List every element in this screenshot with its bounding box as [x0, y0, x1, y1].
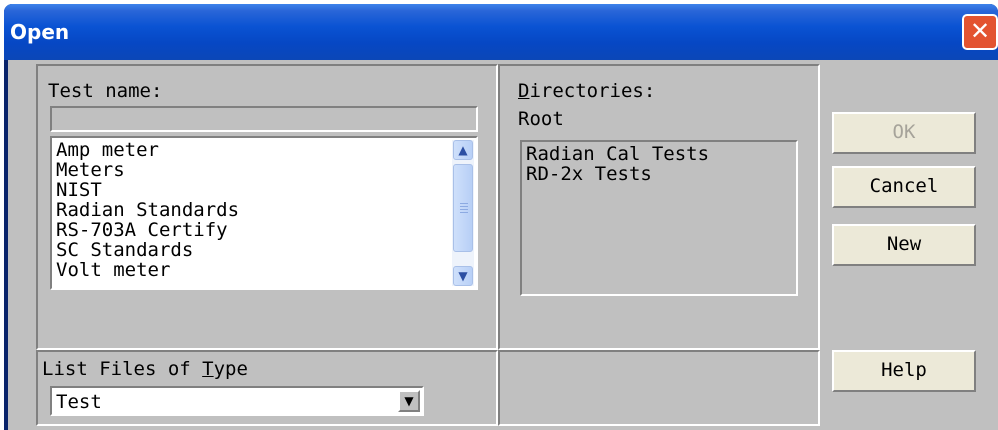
file-type-value: Test: [56, 391, 102, 413]
list-item[interactable]: Amp meter: [56, 140, 239, 160]
ok-button[interactable]: OK: [832, 112, 976, 154]
directory-list-items: Radian Cal Tests RD-2x Tests: [526, 144, 709, 184]
chevron-up-icon: ▲: [458, 143, 468, 157]
test-name-input[interactable]: [50, 106, 478, 132]
empty-panel: [498, 350, 820, 426]
list-item[interactable]: Radian Standards: [56, 200, 239, 220]
list-item[interactable]: NIST: [56, 180, 239, 200]
test-list-scrollbar[interactable]: ▲ ▼: [452, 140, 474, 286]
close-icon: ✕: [969, 17, 991, 45]
new-button[interactable]: New: [832, 224, 976, 266]
directory-list[interactable]: Radian Cal Tests RD-2x Tests: [520, 140, 798, 296]
directories-label: Directories:: [518, 80, 656, 102]
scroll-down-button[interactable]: ▼: [453, 266, 473, 286]
test-list-items: Amp meter Meters NIST Radian Standards R…: [56, 140, 239, 280]
list-item[interactable]: SC Standards: [56, 240, 239, 260]
directories-panel: Directories: Root Radian Cal Tests RD-2x…: [498, 64, 820, 350]
scroll-up-button[interactable]: ▲: [453, 140, 473, 160]
title-bar[interactable]: Open ✕: [4, 4, 998, 60]
file-type-label: List Files of Type: [42, 358, 248, 380]
file-type-panel: List Files of Type Test ▼: [36, 350, 498, 426]
list-item[interactable]: RS-703A Certify: [56, 220, 239, 240]
test-list[interactable]: Amp meter Meters NIST Radian Standards R…: [50, 136, 478, 290]
close-button[interactable]: ✕: [962, 14, 998, 50]
dialog-client-area: Test name: Amp meter Meters NIST Radian …: [8, 60, 998, 430]
open-dialog: Open ✕ Test name: Amp meter Meters NIST …: [4, 4, 998, 430]
file-type-dropdown-button[interactable]: ▼: [398, 390, 420, 412]
dropdown-arrow-icon: ▼: [404, 394, 414, 408]
test-name-panel: Test name: Amp meter Meters NIST Radian …: [36, 64, 498, 350]
scroll-thumb[interactable]: [453, 164, 473, 252]
list-item[interactable]: Volt meter: [56, 260, 239, 280]
current-directory: Root: [518, 108, 564, 130]
window-title: Open: [10, 20, 70, 44]
help-button[interactable]: Help: [832, 350, 976, 392]
list-item[interactable]: RD-2x Tests: [526, 164, 709, 184]
test-name-label: Test name:: [48, 80, 163, 102]
list-item[interactable]: Meters: [56, 160, 239, 180]
list-item[interactable]: Radian Cal Tests: [526, 144, 709, 164]
file-type-select[interactable]: Test ▼: [50, 386, 424, 416]
cancel-button[interactable]: Cancel: [832, 166, 976, 208]
chevron-down-icon: ▼: [458, 269, 468, 283]
